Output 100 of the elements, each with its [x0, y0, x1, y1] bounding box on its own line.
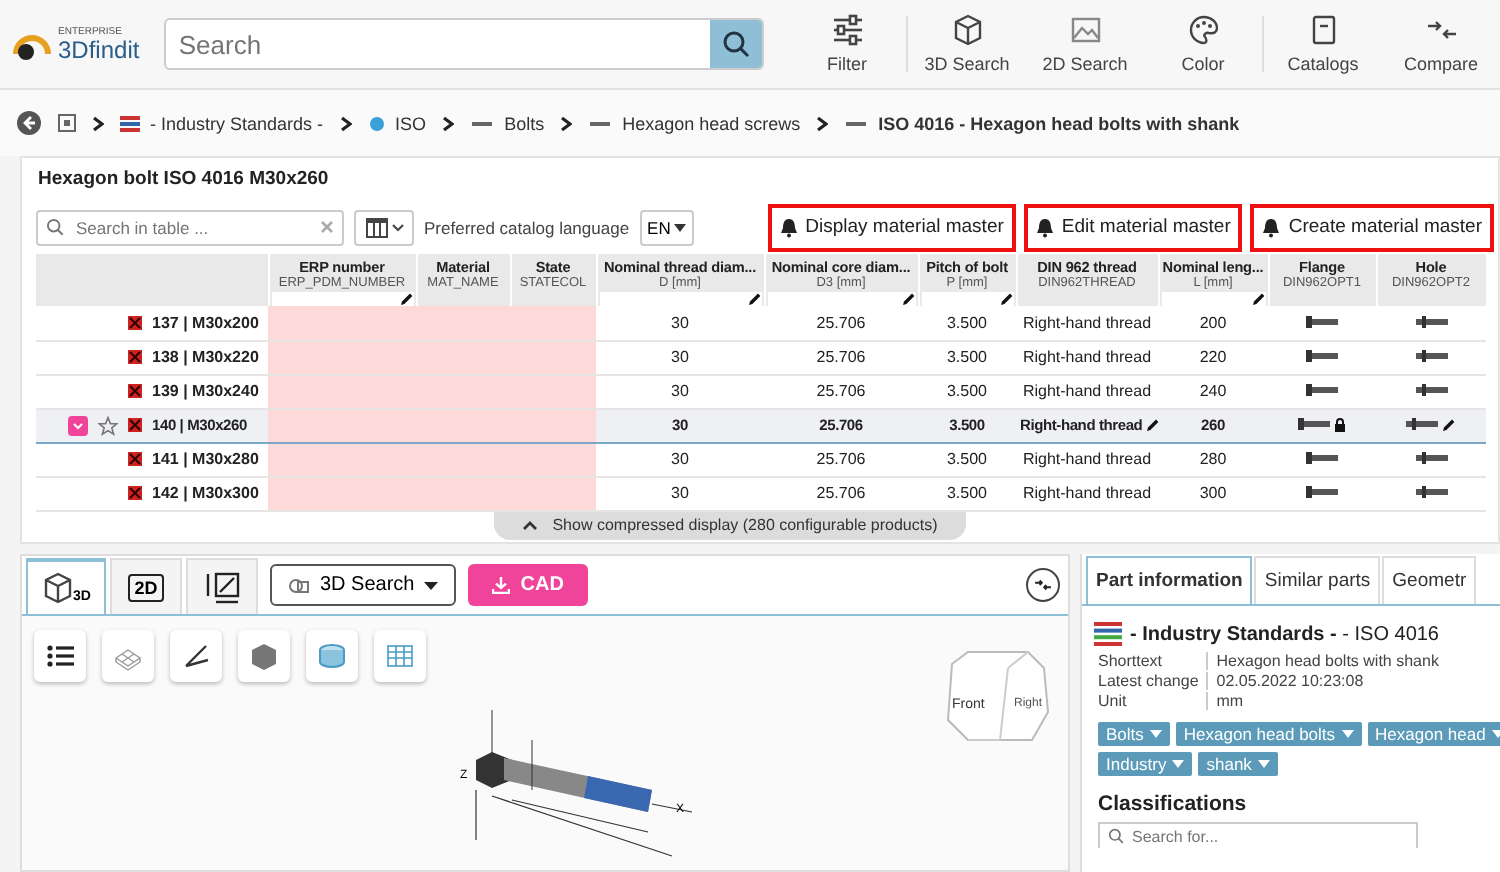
bell-icon — [1035, 217, 1054, 238]
view-tab[interactable] — [186, 558, 258, 614]
search-icon — [1108, 828, 1124, 844]
sliders-icon — [831, 14, 863, 46]
status-icon — [128, 384, 142, 399]
breadcrumb-link[interactable]: Hexagon head screws — [588, 113, 801, 133]
row-name: 139 | M30x240 — [152, 382, 261, 401]
flags-icon — [1094, 622, 1122, 646]
flange-bolt-icon — [1306, 350, 1338, 363]
bell-icon — [779, 217, 798, 238]
flange-bolt-icon — [1306, 384, 1338, 397]
table-cell: 30 — [671, 348, 689, 367]
globe-icon — [367, 115, 386, 131]
field-value: 02.05.2022 10:23:08 — [1214, 672, 1366, 690]
table-search-box[interactable]: Search in table ... — [36, 209, 344, 246]
table-cell: 25.706 — [816, 484, 866, 503]
table-row[interactable]: 139 | M30x240 30 25.706 3.500 Right-hand thread 240 — [36, 374, 1486, 409]
screw-icon — [588, 117, 613, 129]
catalog-button[interactable]: Catalogs — [1264, 14, 1382, 74]
table-cell: 220 — [1199, 348, 1227, 367]
search-field[interactable]: Search — [166, 20, 710, 68]
table-cell: 30 — [671, 450, 689, 469]
home-icon — [58, 114, 76, 132]
column-filter-field[interactable] — [271, 292, 413, 307]
expand-button[interactable]: Show compressed display (280 configurable products) — [494, 511, 966, 540]
table-cell: 280 — [1199, 450, 1227, 469]
table-cell: Right-hand thread — [1022, 382, 1152, 401]
cad-download-button[interactable]: CAD — [468, 564, 588, 606]
dimension-icon — [204, 569, 240, 605]
breadcrumb-link[interactable]: Bolts — [470, 113, 545, 133]
material-master-button[interactable]: Display material master — [767, 203, 1016, 252]
logo-text: 3Dfindit — [58, 37, 140, 61]
viewer-tool-button[interactable] — [170, 630, 222, 682]
view-tab[interactable]: 2D — [110, 558, 182, 614]
classification-search-box[interactable]: Search for... — [1098, 822, 1418, 848]
info-tab[interactable]: Geometr — [1382, 556, 1477, 604]
table-row[interactable]: 137 | M30x200 30 25.706 3.500 Right-hand thread 200 — [36, 306, 1486, 341]
field-label: Shorttext — [1098, 652, 1209, 670]
caret-icon — [1257, 760, 1270, 768]
chevron-up-icon — [522, 520, 539, 531]
table-row[interactable]: 142 | M30x300 30 25.706 3.500 Right-hand thread 300 — [36, 476, 1486, 511]
column-filter-field[interactable] — [767, 292, 915, 307]
screw-icon — [844, 117, 869, 129]
table-cell: 25.706 — [816, 450, 866, 469]
columns-icon — [365, 217, 387, 238]
column-filter-field[interactable] — [1161, 292, 1265, 307]
column-chooser-button[interactable] — [354, 209, 414, 246]
book-icon — [1307, 14, 1339, 46]
table-cell: 300 — [1199, 484, 1227, 503]
catalog-heading: - Industry Standards - - ISO 4016 — [1130, 623, 1439, 645]
grid-icon — [384, 640, 416, 672]
back-icon — [16, 110, 42, 136]
compare-button[interactable]: Compare — [1382, 14, 1500, 74]
caret-icon — [1341, 730, 1354, 738]
breadcrumb-link[interactable]: - Industry Standards - — [120, 113, 324, 133]
solid-block-icon — [248, 640, 280, 672]
field-label: Unit — [1098, 692, 1209, 710]
info-tab[interactable]: Similar parts — [1254, 556, 1381, 604]
search-button[interactable] — [710, 20, 762, 68]
filter-button[interactable]: Filter — [788, 14, 906, 74]
info-tab[interactable]: Part information — [1086, 556, 1253, 604]
star-icon — [98, 415, 118, 436]
row-name: 138 | M30x220 — [152, 348, 261, 367]
material-master-button[interactable]: Edit material master — [1023, 203, 1243, 252]
material-master-button[interactable]: Create material master — [1250, 203, 1494, 252]
caret-icon — [1172, 760, 1185, 768]
list-icon — [44, 640, 76, 672]
search-box[interactable]: Search — [164, 18, 764, 70]
table-cell: 25.706 — [816, 314, 866, 333]
palette-button[interactable]: Color — [1144, 14, 1262, 74]
table-cell: Right-hand thread — [1022, 314, 1152, 333]
cube-icon — [41, 572, 74, 604]
chevron-icon — [442, 115, 455, 131]
flags-icon — [120, 115, 140, 131]
compare-button[interactable] — [1026, 568, 1060, 602]
viewer-tool-button[interactable] — [34, 630, 86, 682]
chevron-icon — [339, 115, 352, 131]
table-cell: 25.706 — [816, 348, 866, 367]
table-cell: 25.706 — [816, 382, 866, 401]
flange-bolt-icon — [1298, 418, 1330, 431]
table-cell: 3.500 — [946, 450, 988, 469]
caret-icon — [424, 581, 439, 589]
table-cell: 30 — [671, 484, 689, 503]
status-icon — [128, 316, 142, 331]
3d-search-dropdown[interactable]: 3D Search — [270, 564, 457, 606]
table-row[interactable]: 141 | M30x280 30 25.706 3.500 Right-hand thread 280 — [36, 442, 1486, 477]
3d-search-button[interactable]: 3D Search — [908, 14, 1026, 74]
table-cell: Right-hand thread — [1022, 484, 1152, 503]
column-filter-field[interactable] — [599, 292, 761, 307]
language-dropdown[interactable]: EN — [639, 209, 695, 246]
column-filter-field[interactable] — [921, 292, 1013, 307]
table-cell: Right-hand thread — [1022, 348, 1152, 367]
breadcrumb-link[interactable]: ISO — [367, 113, 427, 133]
breadcrumb-link[interactable]: ISO 4016 - Hexagon head bolts with shank — [844, 113, 1240, 133]
search-icon — [46, 218, 64, 237]
2d-search-button[interactable]: 2D Search — [1026, 14, 1144, 74]
table-row[interactable]: 138 | M30x220 30 25.706 3.500 Right-hand thread 220 — [36, 340, 1486, 375]
row-name: 142 | M30x300 — [152, 484, 261, 503]
image-icon — [1069, 14, 1101, 46]
status-icon — [128, 418, 142, 433]
